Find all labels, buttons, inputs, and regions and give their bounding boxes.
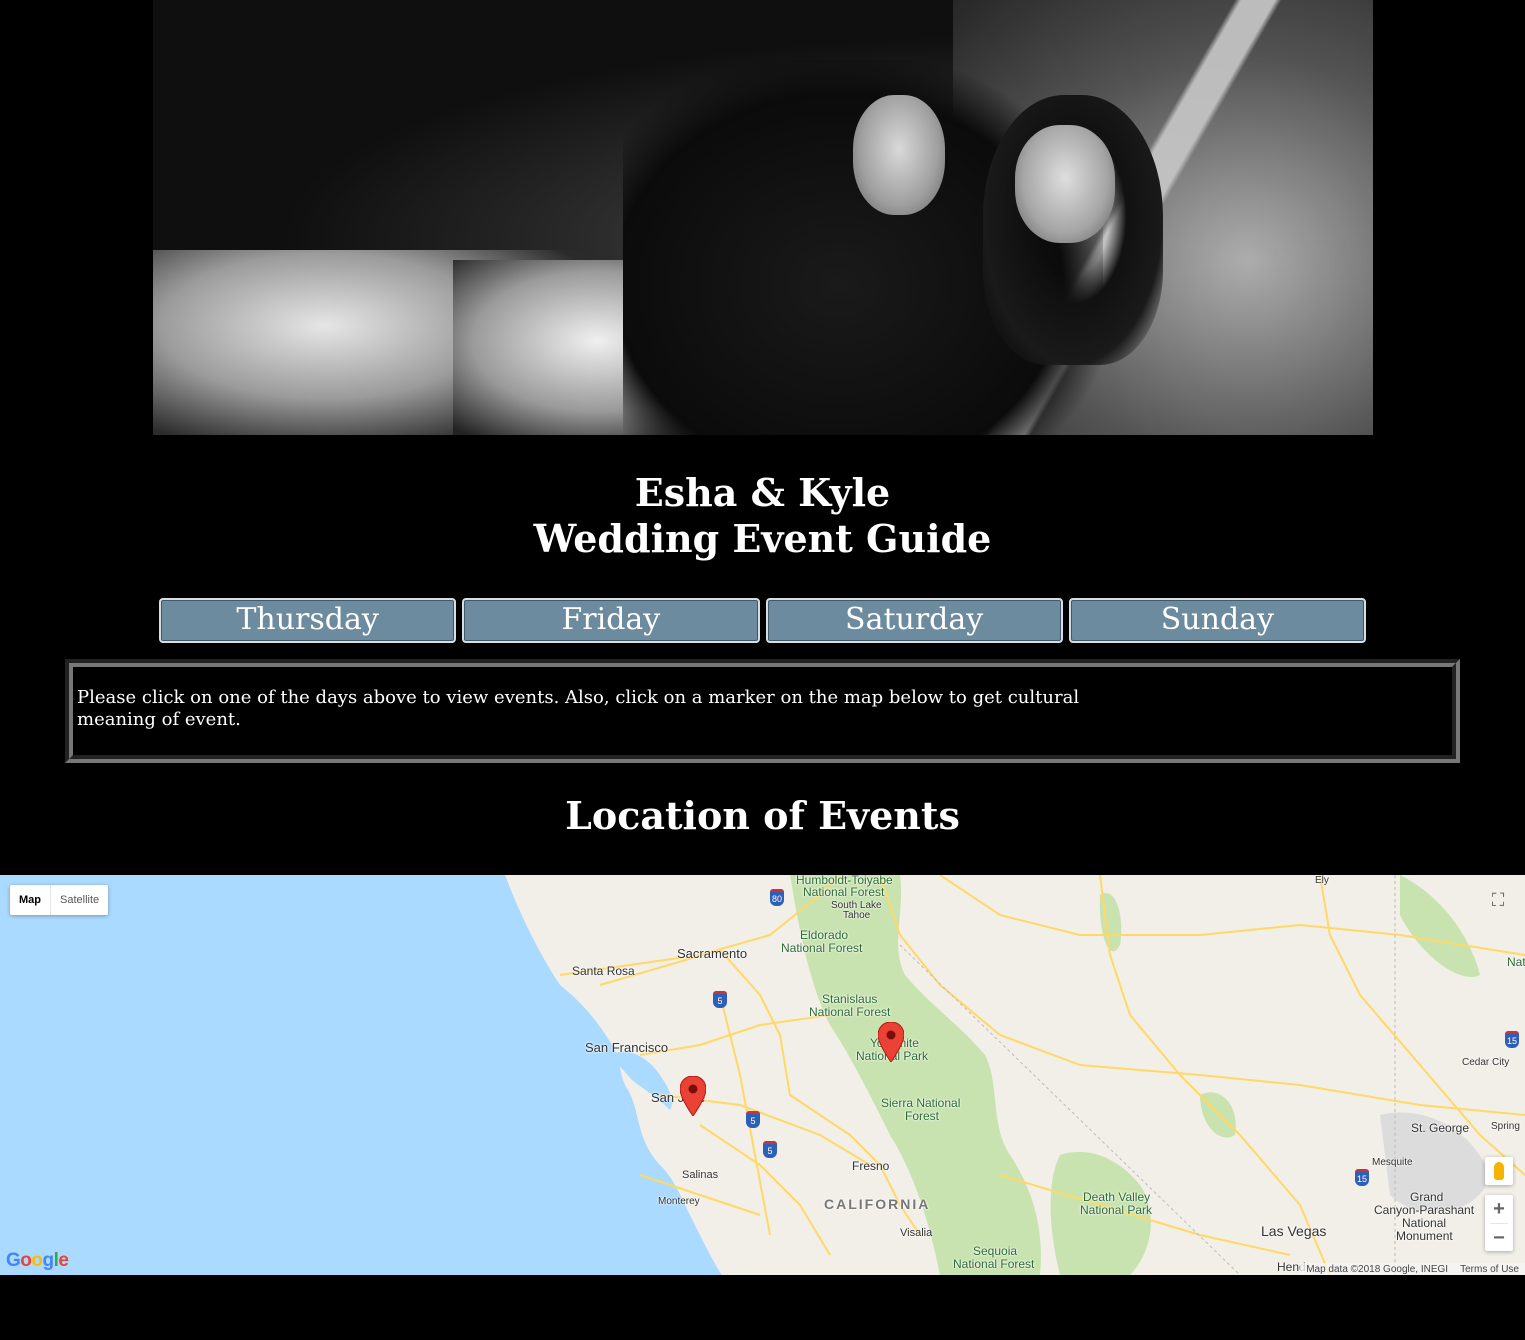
page-title: Esha & Kyle Wedding Event Guide — [0, 470, 1525, 562]
label-ely: Ely — [1315, 875, 1329, 886]
event-info-panel: Please click on one of the days above to… — [65, 659, 1460, 763]
label-springdale: Spring — [1491, 1121, 1520, 1132]
label-stanislaus: Stanislaus — [822, 992, 878, 1006]
zoom-out-button[interactable]: − — [1485, 1224, 1513, 1252]
label-las-vegas: Las Vegas — [1261, 1223, 1327, 1239]
street-view-icon[interactable] — [1485, 1157, 1513, 1185]
thursday-button[interactable]: Thursday — [159, 598, 457, 643]
label-mesquite: Mesquite — [1372, 1157, 1413, 1168]
info-instructions: Please click on one of the days above to… — [77, 687, 1080, 730]
label-monterey: Monterey — [658, 1196, 700, 1207]
pegman-icon — [1494, 1162, 1504, 1180]
fullscreen-icon[interactable]: ⛶ — [1483, 885, 1513, 915]
label-tahoe: Tahoe — [843, 910, 871, 921]
logo-o2: o — [31, 1250, 43, 1271]
label-sequoia: Sequoia — [973, 1244, 1018, 1258]
label-grand-canyon1: Grand — [1410, 1190, 1444, 1204]
label-salinas: Salinas — [682, 1169, 719, 1181]
label-death-valley2: National Park — [1080, 1203, 1153, 1217]
event-marker-yosemite[interactable] — [878, 1022, 904, 1062]
guide-title: Wedding Event Guide — [533, 516, 992, 561]
label-grand-canyon3: National — [1402, 1216, 1447, 1230]
logo-g: G — [6, 1250, 21, 1271]
map-type-control: Map Satellite — [10, 885, 109, 915]
map-data-text: Map data ©2018 Google, INEGI — [1306, 1263, 1449, 1275]
label-st-george: St. George — [1411, 1121, 1470, 1135]
couple-names: Esha & Kyle — [634, 470, 891, 515]
label-sierra: Sierra National — [881, 1096, 961, 1110]
label-fresno: Fresno — [852, 1159, 890, 1173]
day-tabs: Thursday Friday Saturday Sunday — [159, 598, 1366, 643]
sunday-button[interactable]: Sunday — [1068, 598, 1366, 643]
shield-i15-north: 15 — [1505, 1031, 1519, 1048]
shield-i5-mid: 5 — [746, 1111, 760, 1128]
label-sequoia2: National Forest — [953, 1257, 1035, 1271]
logo-o1: o — [20, 1250, 32, 1271]
label-grand-canyon4: Monument — [1396, 1229, 1453, 1243]
events-map[interactable]: Humboldt-Toiyabe National Forest South L… — [0, 875, 1525, 1275]
label-visalia: Visalia — [900, 1227, 933, 1239]
label-sacramento: Sacramento — [677, 946, 748, 961]
zoom-in-button[interactable]: + — [1485, 1195, 1513, 1223]
nevada-forest-2 — [1400, 875, 1480, 977]
map-type-satellite-button[interactable]: Satellite — [51, 885, 108, 915]
pacific-ocean — [0, 875, 722, 1275]
map-attribution: Map data ©2018 Google, INEGI Terms of Us… — [1300, 1263, 1525, 1275]
map-type-map-button[interactable]: Map — [10, 885, 51, 915]
photo-face-right — [1015, 125, 1115, 243]
shield-i15-south: 15 — [1355, 1169, 1369, 1186]
section-title: Location of Events — [565, 793, 960, 838]
label-san-francisco: San Francisco — [585, 1040, 669, 1055]
saturday-button[interactable]: Saturday — [765, 598, 1063, 643]
zoom-control: + − — [1485, 1195, 1513, 1251]
google-logo: Google — [6, 1250, 69, 1272]
label-sierra2: Forest — [905, 1109, 940, 1123]
shield-i5-south: 5 — [763, 1141, 777, 1158]
label-nat: Nat — [1507, 955, 1525, 969]
label-humboldt2: National Forest — [803, 885, 885, 899]
photo-face-left — [853, 95, 945, 215]
label-eldorado2: National Forest — [781, 941, 863, 955]
label-santa-rosa: Santa Rosa — [572, 964, 635, 978]
shield-i5-north: 5 — [713, 991, 727, 1008]
logo-g2: g — [42, 1250, 55, 1271]
logo-e: e — [58, 1250, 69, 1271]
label-grand-canyon2: Canyon-Parashant — [1374, 1203, 1475, 1217]
shield-i80: 80 — [770, 889, 784, 906]
terms-link[interactable]: Terms of Use — [1460, 1264, 1519, 1275]
label-california: CALIFORNIA — [824, 1196, 931, 1212]
label-stanislaus2: National Forest — [809, 1005, 891, 1019]
label-eldorado: Eldorado — [800, 928, 849, 942]
couple-photo — [153, 0, 1373, 435]
label-cedar-city: Cedar City — [1462, 1057, 1510, 1068]
friday-button[interactable]: Friday — [462, 598, 760, 643]
map-canvas — [0, 875, 1525, 1275]
label-death-valley: Death Valley — [1083, 1190, 1151, 1204]
event-marker-san-jose[interactable] — [680, 1076, 706, 1116]
